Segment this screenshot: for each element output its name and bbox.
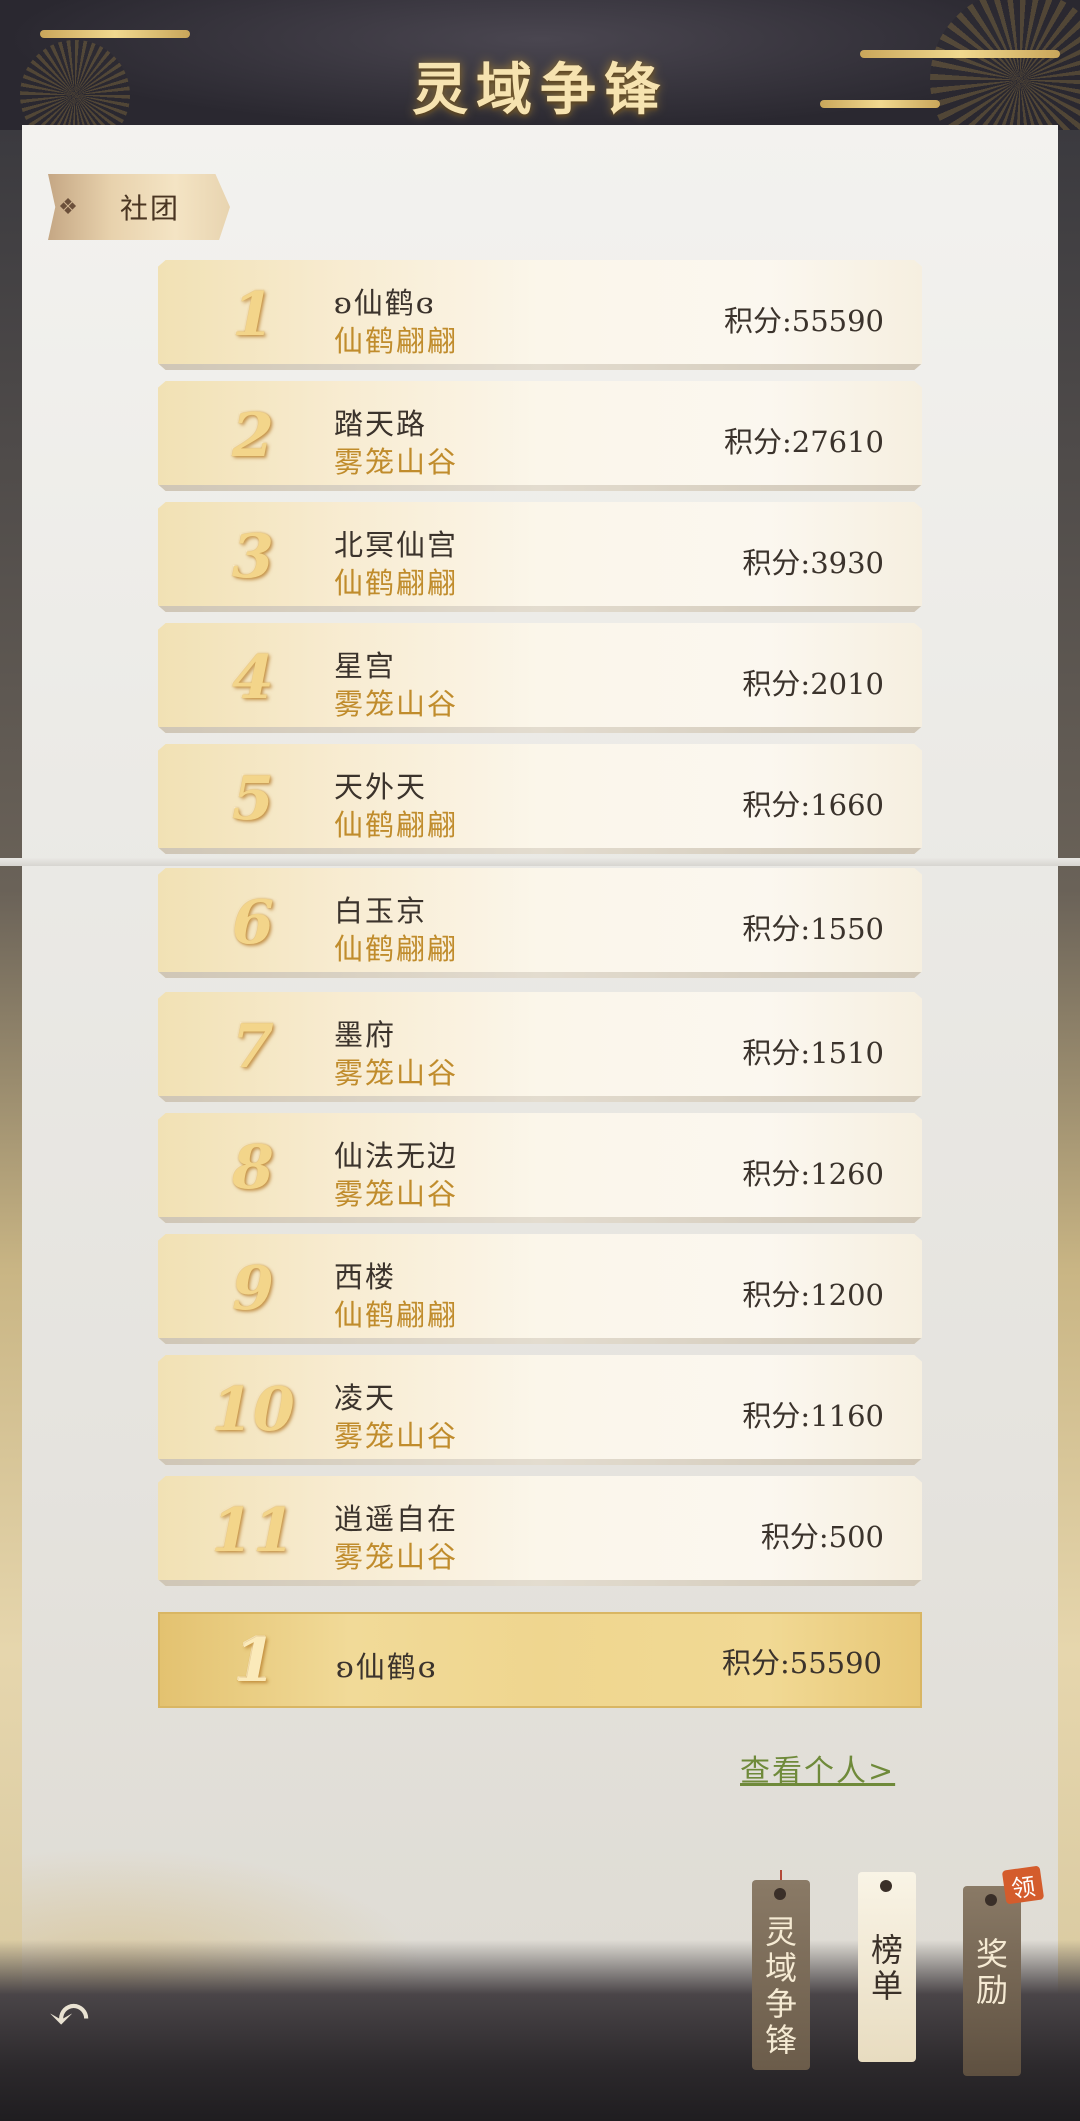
server-name: 雾笼山谷 bbox=[334, 445, 459, 479]
side-decoration-right bbox=[1056, 130, 1080, 2030]
my-rank-row: 1 ʚ仙鹤ɞ 积分:55590 bbox=[158, 1612, 922, 1708]
ranking-row[interactable]: 11 逍遥自在雾笼山谷 积分:500 bbox=[158, 1476, 922, 1586]
club-score: 积分:1660 bbox=[742, 788, 884, 822]
side-decoration-left bbox=[0, 130, 24, 2030]
ranking-row[interactable]: 9 西楼仙鹤翩翩 积分:1200 bbox=[158, 1234, 922, 1344]
rank-number: 5 bbox=[232, 764, 274, 834]
tab-char: 锋 bbox=[764, 2021, 797, 2059]
tablet-hole bbox=[985, 1894, 997, 1906]
club-score: 积分:1200 bbox=[742, 1278, 884, 1312]
tab-char: 榜 bbox=[870, 1931, 903, 1969]
tab-char: 奖 bbox=[975, 1935, 1008, 1973]
ranking-row[interactable]: 1 ʚ仙鹤ɞ 仙鹤翩翩 积分:55590 bbox=[158, 260, 922, 370]
server-name: 雾笼山谷 bbox=[334, 1419, 459, 1453]
server-name: 仙鹤翩翩 bbox=[334, 932, 459, 966]
club-score: 积分:2010 bbox=[742, 667, 884, 701]
club-name: 白玉京 bbox=[334, 894, 428, 928]
club-name: 逍遥自在 bbox=[334, 1502, 459, 1536]
tab-char: 单 bbox=[870, 1967, 903, 2005]
club-name: ʚ仙鹤ɞ bbox=[334, 286, 436, 320]
tab-char: 域 bbox=[764, 1949, 797, 1987]
club-score: 积分:55590 bbox=[723, 304, 884, 338]
rank-number: 6 bbox=[232, 888, 274, 958]
rank-number: 1 bbox=[234, 1626, 276, 1696]
panel-seam bbox=[0, 858, 1080, 866]
ranking-row[interactable]: 3 北冥仙宫仙鹤翩翩 积分:3930 bbox=[158, 502, 922, 612]
rank-number: 11 bbox=[211, 1496, 295, 1566]
club-name: 星宫 bbox=[334, 649, 397, 683]
page-title: 灵域争锋 bbox=[412, 57, 668, 123]
tab-char: 励 bbox=[975, 1971, 1008, 2009]
cloud-decoration bbox=[40, 30, 190, 38]
tab-club-label: 社团 bbox=[120, 192, 181, 225]
ranking-row[interactable]: 5 天外天仙鹤翩翩 积分:1660 bbox=[158, 744, 922, 854]
club-name: 西楼 bbox=[334, 1260, 397, 1294]
ranking-row[interactable]: 6 白玉京仙鹤翩翩 积分:1550 bbox=[158, 868, 922, 978]
tab-club[interactable]: ❖ 社团 bbox=[48, 174, 230, 240]
club-name: 踏天路 bbox=[334, 407, 428, 441]
tab-rewards[interactable]: 奖 励 bbox=[963, 1886, 1021, 2076]
server-name: 仙鹤翩翩 bbox=[334, 566, 459, 600]
tab-char: 争 bbox=[764, 1985, 797, 2023]
rank-number: 10 bbox=[211, 1375, 295, 1445]
club-score: 积分:500 bbox=[760, 1520, 884, 1554]
rank-number: 7 bbox=[232, 1012, 274, 1082]
ranking-row[interactable]: 10 凌天雾笼山谷 积分:1160 bbox=[158, 1355, 922, 1465]
back-arrow-icon[interactable]: ↶ bbox=[40, 1985, 100, 2045]
server-name: 仙鹤翩翩 bbox=[334, 808, 459, 842]
server-name: 雾笼山谷 bbox=[334, 687, 459, 721]
ranking-row[interactable]: 4 星宫雾笼山谷 积分:2010 bbox=[158, 623, 922, 733]
tab-ranking[interactable]: 榜 单 bbox=[858, 1872, 916, 2062]
club-score: 积分:1510 bbox=[742, 1036, 884, 1070]
ranking-row[interactable]: 8 仙法无边雾笼山谷 积分:1260 bbox=[158, 1113, 922, 1223]
rank-number: 8 bbox=[232, 1133, 274, 1203]
reward-badge: 领 bbox=[1001, 1865, 1045, 1905]
view-personal-link[interactable]: 查看个人> bbox=[740, 1746, 895, 1790]
server-name: 仙鹤翩翩 bbox=[334, 1298, 459, 1332]
club-score: 积分:1160 bbox=[742, 1399, 884, 1433]
club-score: 积分:27610 bbox=[723, 425, 884, 459]
tab-lingyu-zhengfeng[interactable]: 灵 域 争 锋 bbox=[752, 1880, 810, 2070]
club-name: 墨府 bbox=[334, 1018, 397, 1052]
tab-char: 灵 bbox=[764, 1913, 797, 1951]
club-name: 北冥仙宫 bbox=[334, 528, 459, 562]
rank-number: 1 bbox=[232, 280, 274, 350]
club-name: ʚ仙鹤ɞ bbox=[336, 1650, 438, 1684]
rank-number: 9 bbox=[232, 1254, 274, 1324]
rank-number: 2 bbox=[232, 401, 274, 471]
server-name: 雾笼山谷 bbox=[334, 1177, 459, 1211]
club-score: 积分:1550 bbox=[742, 912, 884, 946]
club-score: 积分:3930 bbox=[742, 546, 884, 580]
ranking-row[interactable]: 7 墨府雾笼山谷 积分:1510 bbox=[158, 992, 922, 1102]
server-name: 仙鹤翩翩 bbox=[334, 324, 459, 358]
club-name: 凌天 bbox=[334, 1381, 397, 1415]
club-score: 积分:55590 bbox=[721, 1646, 882, 1680]
rank-number: 4 bbox=[232, 643, 274, 713]
tablet-hole bbox=[880, 1880, 892, 1892]
server-name: 雾笼山谷 bbox=[334, 1056, 459, 1090]
ranking-row[interactable]: 2 踏天路雾笼山谷 积分:27610 bbox=[158, 381, 922, 491]
bottom-landscape bbox=[0, 1940, 1080, 2121]
tablet-hole bbox=[774, 1888, 786, 1900]
server-name: 雾笼山谷 bbox=[334, 1540, 459, 1574]
club-name: 仙法无边 bbox=[334, 1139, 459, 1173]
rank-number: 3 bbox=[232, 522, 274, 592]
club-score: 积分:1260 bbox=[742, 1157, 884, 1191]
club-name: 天外天 bbox=[334, 770, 428, 804]
diamond-icon: ❖ bbox=[58, 194, 78, 220]
